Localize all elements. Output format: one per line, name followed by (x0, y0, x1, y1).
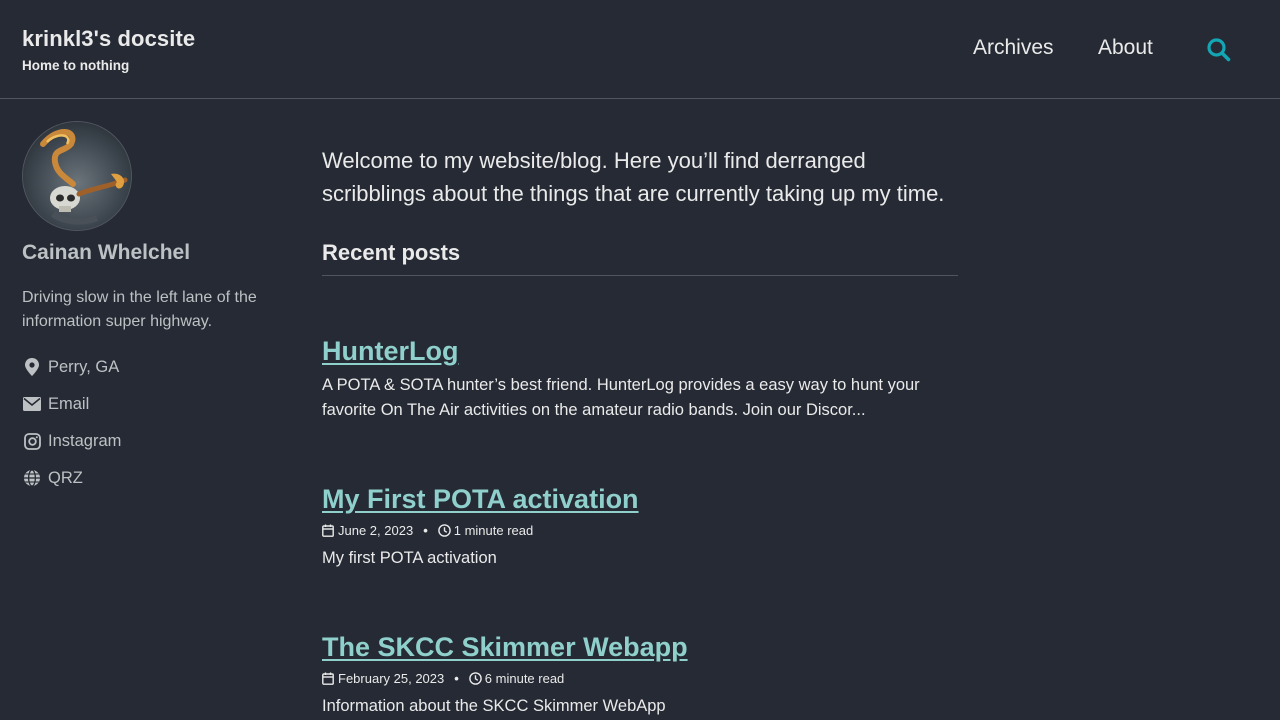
calendar-icon (322, 524, 335, 537)
masthead: krinkl3's docsite Home to nothing Archiv… (0, 0, 1280, 99)
search-icon (1207, 38, 1231, 62)
site-subtitle: Home to nothing (22, 58, 130, 73)
author-link-instagram-label: Instagram (48, 431, 122, 450)
instagram-icon (22, 431, 42, 451)
post-excerpt: Information about the SKCC Skimmer WebAp… (322, 697, 666, 715)
author-links: Perry, GA Email Instagram QRZ (22, 355, 282, 503)
envelope-icon (22, 394, 42, 414)
author-link-email[interactable]: Email (22, 392, 282, 416)
nav-about[interactable]: About (1098, 36, 1153, 60)
meta-separator: • (423, 523, 428, 538)
author-name: Cainan Whelchel (22, 241, 191, 264)
meta-separator: • (454, 671, 459, 686)
post-item: My First POTA activation June 2, 2023 • … (322, 484, 962, 571)
search-button[interactable] (1206, 37, 1232, 63)
post-read-time: 6 minute read (484, 671, 565, 686)
post-title-link[interactable]: The SKCC Skimmer Webapp (322, 632, 962, 663)
post-title-link[interactable]: My First POTA activation (322, 484, 962, 515)
author-location-label: Perry, GA (48, 357, 120, 376)
nav-archives[interactable]: Archives (973, 36, 1054, 60)
post-meta: February 25, 2023 • 6 minute read (322, 671, 962, 686)
avatar-image (23, 122, 131, 230)
post-meta: June 2, 2023 • 1 minute read (322, 523, 962, 538)
post-title-link[interactable]: HunterLog (322, 336, 962, 367)
avatar (22, 121, 132, 231)
post-date: February 25, 2023 (338, 671, 445, 686)
post-date: June 2, 2023 (338, 523, 414, 538)
post-item: The SKCC Skimmer Webapp February 25, 202… (322, 632, 962, 719)
globe-icon (22, 468, 42, 488)
author-link-email-label: Email (48, 394, 90, 413)
intro-text: Welcome to my website/blog. Here you’ll … (322, 148, 945, 206)
recent-posts-heading: Recent posts (322, 240, 958, 276)
author-location: Perry, GA (22, 355, 282, 379)
post-item: HunterLog A POTA & SOTA hunter’s best fr… (322, 336, 962, 423)
author-link-qrz-label: QRZ (48, 468, 83, 487)
author-link-qrz[interactable]: QRZ (22, 466, 282, 490)
clock-icon (468, 672, 482, 685)
author-link-instagram[interactable]: Instagram (22, 429, 282, 453)
author-bio: Driving slow in the left lane of the inf… (22, 289, 257, 330)
site-title[interactable]: krinkl3's docsite (22, 26, 195, 52)
map-marker-icon (22, 357, 42, 377)
post-excerpt: My first POTA activation (322, 549, 497, 567)
post-read-time: 1 minute read (453, 523, 534, 538)
calendar-icon (322, 672, 335, 685)
clock-icon (437, 524, 451, 537)
post-excerpt: A POTA & SOTA hunter’s best friend. Hunt… (322, 376, 920, 419)
